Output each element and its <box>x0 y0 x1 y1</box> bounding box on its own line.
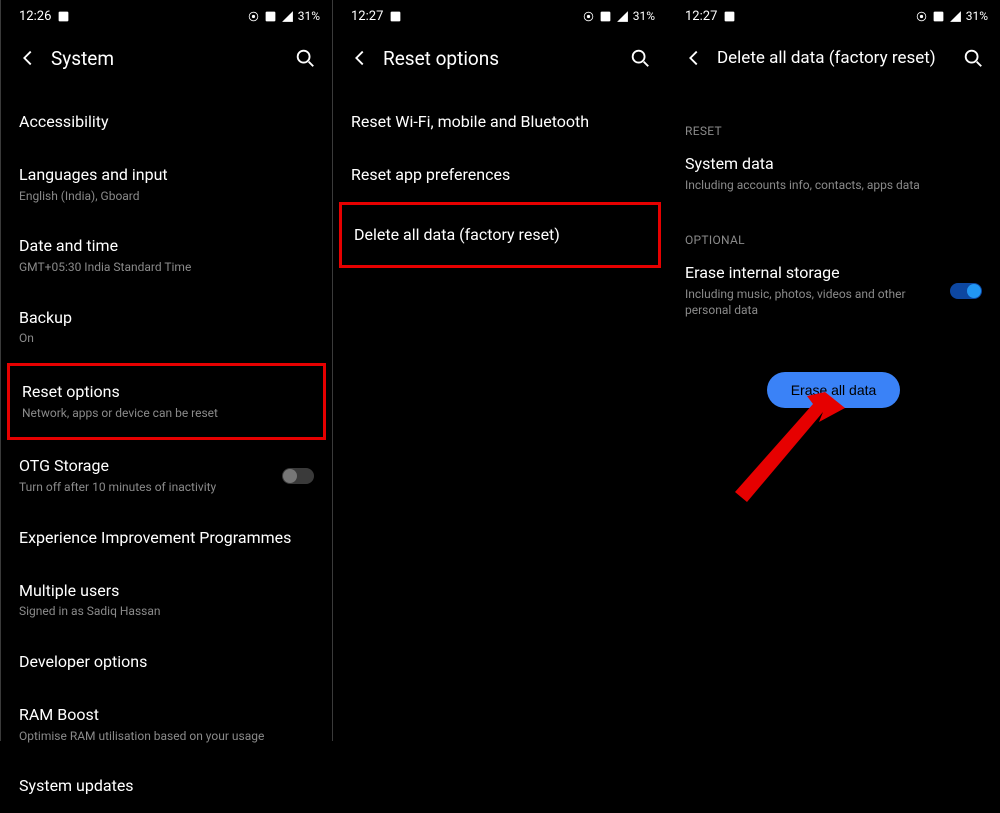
hotspot-icon <box>582 10 595 23</box>
section-reset: RESET <box>667 84 1000 146</box>
nfc-icon <box>932 10 945 23</box>
nfc-icon <box>264 10 277 23</box>
item-backup[interactable]: Backup On <box>1 292 332 363</box>
app-bar: System <box>1 28 332 84</box>
item-otg-storage[interactable]: OTG Storage Turn off after 10 minutes of… <box>1 440 332 511</box>
item-erase-internal-storage[interactable]: Erase internal storage Including music, … <box>667 255 1000 334</box>
page-title: Delete all data (factory reset) <box>717 48 962 68</box>
back-icon[interactable] <box>17 47 39 69</box>
item-multiple-users[interactable]: Multiple users Signed in as Sadiq Hassan <box>1 565 332 636</box>
item-reset-app-prefs[interactable]: Reset app preferences <box>333 149 667 202</box>
item-system-updates[interactable]: System updates <box>1 760 332 813</box>
status-bar: 12:26 31% <box>1 0 332 28</box>
search-icon[interactable] <box>962 47 984 69</box>
item-system-data: System data Including accounts info, con… <box>667 146 1000 209</box>
item-ram-boost[interactable]: RAM Boost Optimise RAM utilisation based… <box>1 689 332 760</box>
pane-factory-reset: 12:27 31% Delete all data (factory reset… <box>667 0 1000 741</box>
signal-icon <box>281 10 294 23</box>
item-experience-programmes[interactable]: Experience Improvement Programmes <box>1 512 332 565</box>
section-optional: OPTIONAL <box>667 209 1000 255</box>
battery-text: 31% <box>633 9 655 23</box>
clock: 12:27 <box>351 9 383 24</box>
battery-text: 31% <box>298 9 320 23</box>
erase-storage-toggle[interactable] <box>950 283 982 299</box>
app-bar: Delete all data (factory reset) <box>667 28 1000 84</box>
image-icon <box>723 10 736 23</box>
item-languages[interactable]: Languages and input English (India), Gbo… <box>1 149 332 220</box>
search-icon[interactable] <box>629 47 651 69</box>
search-icon[interactable] <box>294 47 316 69</box>
app-bar: Reset options <box>333 28 667 84</box>
otg-toggle[interactable] <box>282 468 314 484</box>
page-title: System <box>51 47 294 70</box>
item-developer-options[interactable]: Developer options <box>1 636 332 689</box>
image-icon <box>389 10 402 23</box>
status-bar: 12:27 31% <box>333 0 667 28</box>
annotation-arrow <box>727 390 847 520</box>
image-icon <box>57 10 70 23</box>
item-date-time[interactable]: Date and time GMT+05:30 India Standard T… <box>1 220 332 291</box>
battery-text: 31% <box>966 9 988 23</box>
item-accessibility[interactable]: Accessibility <box>1 84 332 149</box>
hotspot-icon <box>915 10 928 23</box>
erase-all-data-button[interactable]: Erase all data <box>767 372 901 408</box>
item-reset-wifi[interactable]: Reset Wi-Fi, mobile and Bluetooth <box>333 84 667 149</box>
signal-icon <box>949 10 962 23</box>
back-icon[interactable] <box>349 47 371 69</box>
status-bar: 12:27 31% <box>667 0 1000 28</box>
hotspot-icon <box>247 10 260 23</box>
item-delete-all-data[interactable]: Delete all data (factory reset) <box>339 202 661 269</box>
clock: 12:26 <box>19 9 51 24</box>
item-reset-options[interactable]: Reset options Network, apps or device ca… <box>7 363 326 440</box>
signal-icon <box>616 10 629 23</box>
nfc-icon <box>599 10 612 23</box>
pane-reset-options: 12:27 31% Reset options Reset Wi-Fi, mob… <box>333 0 667 741</box>
page-title: Reset options <box>383 47 629 70</box>
clock: 12:27 <box>685 9 717 24</box>
pane-system: 12:26 31% System Accessibility Languages… <box>0 0 333 741</box>
back-icon[interactable] <box>683 47 705 69</box>
